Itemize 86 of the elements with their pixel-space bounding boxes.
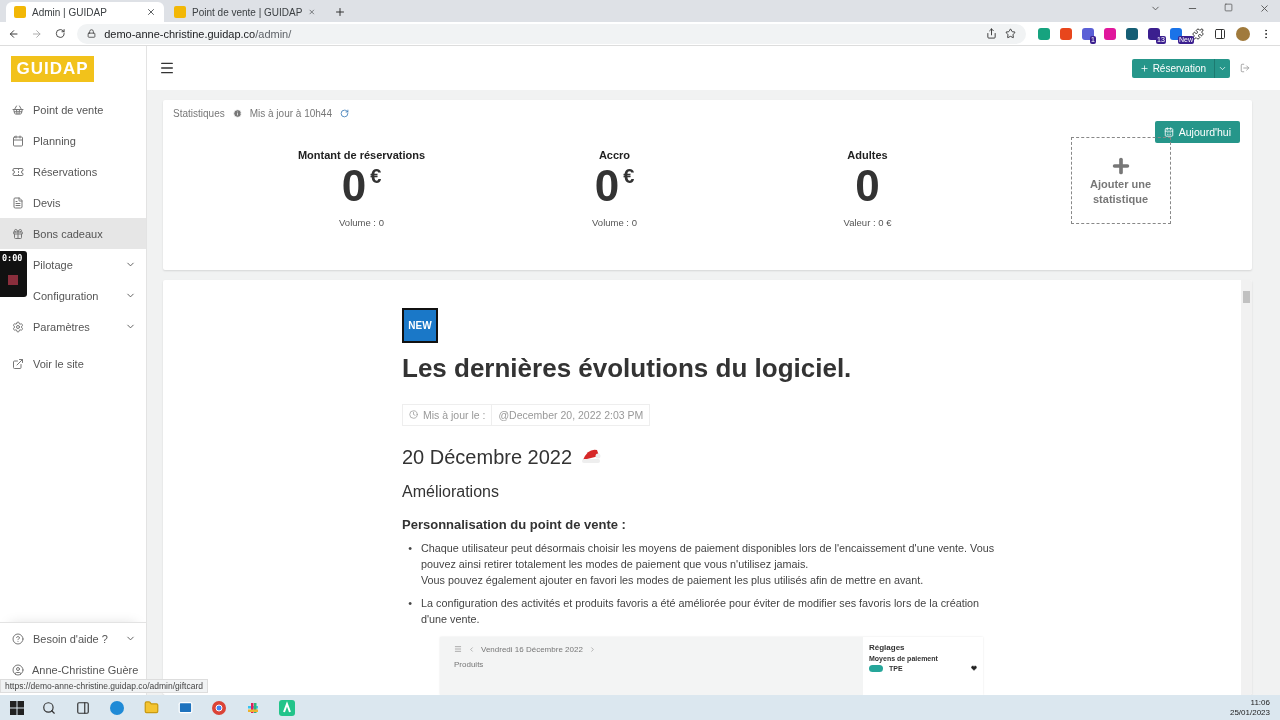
dropdown-button[interactable]: [1214, 58, 1230, 78]
sidebar-item[interactable]: Configuration: [0, 280, 146, 311]
sidebar-item[interactable]: Planning: [0, 125, 146, 156]
bullet-text: Chaque utilisateur peut désormais choisir les moyens de paiement disponibles lors de l'encaissement d'une vente. Vous pouvez ainsi retirer totalement les modes de paiement que vous n'utilisez jamais.: [421, 540, 996, 572]
bullet-text: Vous pouvez également ajouter en favori les modes de paiement les plus utilisés afin de mettre en avant.: [421, 572, 925, 588]
address-field[interactable]: demo-anne-christine.guidap.co/admin/: [77, 23, 1026, 44]
chevron-left-icon: [468, 645, 475, 653]
browser-icon[interactable]: [108, 698, 126, 717]
screenshot-tab-label: Produits: [454, 659, 484, 669]
help-icon: [12, 632, 24, 645]
stat-unit: €: [370, 165, 382, 188]
add-statistic-button[interactable]: Ajouter une statistique: [1070, 137, 1171, 224]
sidebar-item[interactable]: Bons cadeaux: [0, 218, 146, 249]
stat-subtitle: Volume : 0: [339, 217, 384, 228]
basket-icon: [12, 103, 24, 116]
share-icon[interactable]: [986, 28, 997, 39]
refresh-icon[interactable]: [340, 109, 349, 118]
ticket-icon: [12, 165, 24, 178]
document-icon: [12, 196, 24, 209]
back-icon[interactable]: [8, 27, 20, 40]
plus-icon: [1139, 63, 1149, 73]
menu-icon: [454, 645, 462, 654]
info-icon[interactable]: [232, 109, 242, 118]
gift-icon: [12, 227, 24, 240]
bullet-text: La configuration des activités et produits favoris a été améliorée pour éviter de modifier ses favoris lors de la création d'une vente.: [421, 595, 981, 627]
lock-icon: [87, 29, 97, 38]
calendar-icon: [12, 134, 24, 147]
reservation-button[interactable]: Réservation: [1131, 58, 1214, 78]
sidebar-item[interactable]: Réservations: [0, 156, 146, 187]
screenshot-panel-title: Réglages: [869, 642, 906, 652]
clock-date: 25/01/2023: [1229, 707, 1270, 718]
profile-avatar[interactable]: [1236, 26, 1250, 41]
link-url-tooltip: https://demo-anne-christine.guidap.co/admin/giftcard: [0, 679, 208, 693]
date-heading: 20 Décembre 2022: [402, 445, 573, 469]
article-title: Les dernières évolutions du logiciel.: [402, 353, 852, 385]
clock-icon: [409, 410, 418, 420]
settings-icon: [12, 320, 24, 333]
sidebar-item[interactable]: Paramètres: [0, 311, 146, 342]
new-badge: NEW: [402, 308, 438, 344]
stat-title: Accro: [598, 149, 631, 161]
stat-value: 0: [341, 161, 367, 211]
heart-icon: [971, 665, 977, 672]
calendar-icon: [1163, 127, 1174, 137]
stat-value: 0: [855, 161, 880, 211]
chevron-right-icon: [588, 645, 596, 653]
new-tab-icon[interactable]: [334, 6, 346, 18]
reload-icon[interactable]: [54, 28, 66, 39]
section-heading: Améliorations: [402, 482, 499, 501]
favicon-icon: [174, 6, 186, 18]
stat-title: Adultes: [847, 149, 888, 161]
statistics-label: Statistiques: [173, 108, 225, 119]
subsection-heading: Personnalisation du point de vente :: [402, 516, 626, 532]
today-button[interactable]: Aujourd'hui: [1154, 121, 1240, 143]
external-link-icon: [12, 357, 24, 370]
stat-title: Montant de réservations: [297, 149, 426, 161]
extension-icon[interactable]: [1126, 27, 1138, 40]
close-icon[interactable]: [146, 7, 156, 17]
user-icon: [12, 663, 24, 676]
stat-subtitle: Valeur : 0 €: [843, 217, 892, 228]
sidebar-item[interactable]: Devis: [0, 187, 146, 218]
clock-time: 11:06: [1250, 697, 1270, 708]
extension-icon[interactable]: [1082, 27, 1094, 40]
stat-value: 0: [594, 161, 620, 211]
meta-date: @December 20, 2022 2:03 PM: [497, 407, 645, 423]
browser-icon[interactable]: [210, 698, 228, 717]
bullet-marker: •: [407, 540, 412, 556]
sidebar-item[interactable]: Voir le site: [0, 348, 146, 379]
help-menu[interactable]: Besoin d'aide ?: [0, 623, 146, 654]
meta-label: Mis à jour le :: [423, 408, 486, 421]
stat-subtitle: Volume : 0: [592, 217, 637, 228]
favicon-icon: [14, 6, 26, 18]
restore-icon[interactable]: [1224, 3, 1233, 12]
stat-unit: €: [623, 165, 635, 188]
extensions-icon[interactable]: [1192, 27, 1204, 40]
windows-start-icon[interactable]: [10, 700, 24, 715]
recording-timer: 0:00: [1, 253, 24, 263]
browser-tab[interactable]: Point de vente | GUIDAP: [166, 2, 324, 22]
browser-tab[interactable]: Admin | GUIDAP: [6, 2, 164, 22]
menu-icon[interactable]: [159, 60, 175, 76]
screenshot-date: Vendredi 16 Décembre 2022: [481, 644, 583, 654]
sidebar-item[interactable]: Point de vente: [0, 94, 146, 125]
bullet-marker: •: [407, 595, 412, 611]
star-icon[interactable]: [1005, 28, 1016, 39]
close-icon[interactable]: [1259, 3, 1270, 14]
update-time: Mis à jour à 10h44: [249, 108, 332, 119]
side-panel-icon[interactable]: [1214, 27, 1226, 40]
